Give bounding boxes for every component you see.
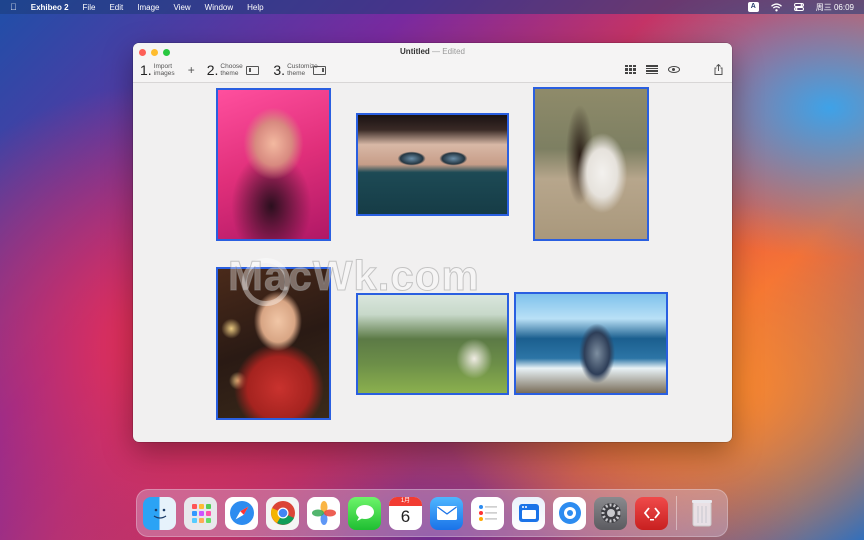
add-images-button[interactable]: + xyxy=(188,63,195,77)
menu-app-name[interactable]: Exhibeo 2 xyxy=(31,3,69,12)
calendar-icon[interactable]: 1月 6 xyxy=(389,496,422,530)
step-import-images[interactable]: 1. Import images xyxy=(140,63,180,77)
wifi-icon[interactable] xyxy=(770,2,782,12)
step-label: Import images xyxy=(153,63,175,77)
app-window-icon[interactable] xyxy=(512,496,545,530)
theme-sidebar-icon[interactable] xyxy=(246,65,260,75)
title-separator: — xyxy=(432,47,441,56)
input-source-icon[interactable]: A xyxy=(747,2,759,12)
control-center-icon[interactable] xyxy=(793,3,804,11)
photo-woman-eyes-scarf[interactable] xyxy=(356,113,509,216)
calendar-day: 6 xyxy=(400,507,411,526)
grid-view-icon[interactable] xyxy=(625,65,636,74)
menubar-clock[interactable]: 周三 06:09 xyxy=(816,2,854,13)
share-icon[interactable] xyxy=(714,64,723,75)
gear-icon[interactable] xyxy=(594,496,627,530)
reminders-icon[interactable] xyxy=(471,496,504,530)
inspector-sidebar-icon[interactable] xyxy=(313,65,327,75)
dock: 1月 6 xyxy=(136,489,728,537)
workflow-steps: 1. Import images + 2. Choose theme 3. Cu… xyxy=(140,63,334,77)
menu-edit[interactable]: Edit xyxy=(109,3,123,12)
gallery-canvas: MacWk.com xyxy=(133,84,732,442)
trash-icon[interactable] xyxy=(685,497,718,530)
titlebar: Untitled — Edited 1. Import images + 2. … xyxy=(133,43,732,83)
photo-girl-red-sweater[interactable] xyxy=(216,267,331,420)
menu-file[interactable]: File xyxy=(83,3,96,12)
music-disc-icon[interactable] xyxy=(553,496,586,530)
step-number: 2. xyxy=(206,62,219,78)
menu-help[interactable]: Help xyxy=(247,3,263,12)
photo-woman-sitting-beach[interactable] xyxy=(533,87,649,241)
step-customize-theme[interactable]: 3. Customize theme xyxy=(273,62,327,78)
step-label: Customize theme xyxy=(287,63,318,77)
list-view-icon[interactable] xyxy=(646,65,658,74)
launchpad-icon[interactable] xyxy=(184,496,217,530)
step-choose-theme[interactable]: 2. Choose theme xyxy=(207,63,260,77)
step-label: Choose theme xyxy=(220,63,243,77)
view-controls xyxy=(625,65,680,74)
apple-icon[interactable]:  xyxy=(10,2,17,12)
step-number: 1. xyxy=(140,62,152,78)
safari-icon[interactable] xyxy=(225,496,258,530)
exhibeo-app-icon[interactable] xyxy=(635,496,668,530)
dock-separator xyxy=(676,496,677,530)
finder-icon[interactable] xyxy=(143,496,176,530)
photo-woman-pink-neon[interactable] xyxy=(216,88,331,241)
step-number: 3. xyxy=(273,62,286,78)
app-window: Untitled — Edited 1. Import images + 2. … xyxy=(133,43,732,442)
menubar:  Exhibeo 2 File Edit Image View Window … xyxy=(0,0,864,14)
menu-view[interactable]: View xyxy=(173,3,190,12)
window-title: Untitled — Edited xyxy=(133,47,732,56)
edited-status: Edited xyxy=(442,47,465,56)
preview-eye-icon[interactable] xyxy=(668,66,680,73)
photo-woman-reading-meadow[interactable] xyxy=(356,293,509,395)
menu-window[interactable]: Window xyxy=(205,3,233,12)
photos-icon[interactable] xyxy=(307,496,340,530)
photo-woman-sea-cliffs[interactable] xyxy=(514,292,668,395)
mail-icon[interactable] xyxy=(430,496,463,530)
messages-icon[interactable] xyxy=(348,496,381,530)
calendar-month: 1月 xyxy=(389,496,422,506)
document-name: Untitled xyxy=(400,47,430,56)
chrome-icon[interactable] xyxy=(266,496,299,530)
menu-image[interactable]: Image xyxy=(137,3,159,12)
